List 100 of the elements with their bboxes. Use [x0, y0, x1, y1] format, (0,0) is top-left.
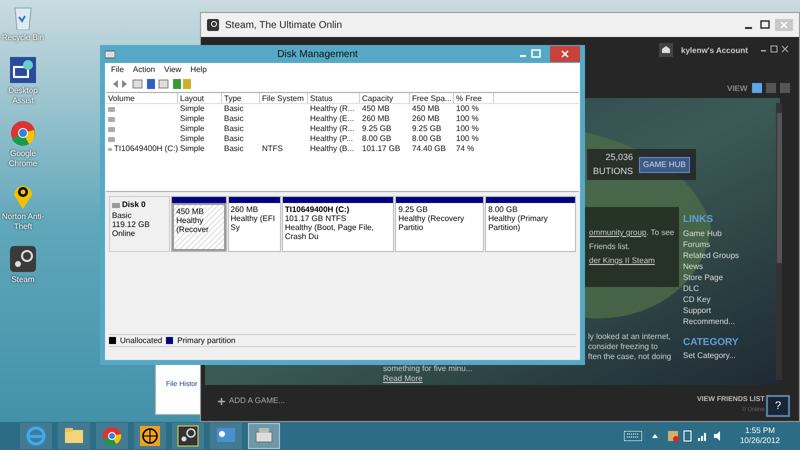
menu-item[interactable]: Action [132, 64, 156, 76]
partition-block[interactable]: TI10649400H (C:) 101.17 GB NTFS Healthy (Boot, Page File, Crash Du [282, 196, 394, 252]
menu-item[interactable]: View [164, 64, 182, 76]
partition-size: 8.00 GB [488, 205, 519, 214]
column-header[interactable]: Layout [178, 93, 222, 103]
table-cell: 101.17 GB [362, 144, 400, 154]
plus-icon [218, 398, 225, 404]
column-header[interactable]: Free Spa... [410, 93, 454, 103]
community-link[interactable]: der Kings II Steam [589, 255, 655, 267]
table-cell: 450 MB [362, 104, 390, 114]
close-icon [561, 50, 569, 58]
table-cell: Healthy (R... [310, 104, 354, 114]
table-cell: NTFS [262, 144, 283, 154]
scrollbar[interactable] [776, 103, 782, 380]
taskbar-button[interactable] [210, 423, 242, 449]
news-text: . To see [646, 227, 674, 239]
partition-status: Healthy (Recovery Partitio [398, 214, 466, 232]
help-button[interactable]: ? [766, 395, 790, 417]
column-header[interactable]: Type [222, 93, 260, 103]
table-cell: Healthy (R... [310, 124, 354, 134]
description-text: consider freezing to [588, 342, 659, 352]
partition-block[interactable]: 8.00 GB Healthy (Primary Partition) [485, 196, 576, 252]
sidebar-link[interactable]: Set Category... [683, 350, 740, 362]
disk-detail: Online [112, 229, 136, 238]
table-cell: Healthy (P... [310, 134, 353, 144]
sidebar-link[interactable]: CD Key [683, 294, 740, 305]
column-header[interactable]: Status [308, 93, 360, 103]
partition-size: 450 MB [176, 207, 205, 216]
sidebar-link[interactable]: Related Groups [683, 250, 740, 261]
sidebar-link[interactable]: DLC [683, 283, 740, 294]
steam-icon [176, 424, 200, 448]
window-title: Disk Management [276, 48, 359, 62]
description-text: ly looked at an internet, [588, 332, 672, 342]
sidebar-link[interactable]: News [683, 261, 740, 272]
table-cell: 260 MB [412, 114, 440, 124]
table-cell: Basic [224, 134, 244, 144]
caret-icon [652, 434, 658, 438]
account-menu[interactable]: kylenw's Account [681, 45, 748, 57]
legend-label: Unallocated [120, 334, 162, 346]
table-cell: 74.40 GB [412, 144, 446, 154]
keyboard-icon [624, 431, 642, 441]
table-cell: Basic [224, 144, 244, 154]
table-cell: 8.00 GB [362, 134, 392, 144]
table-cell: Basic [224, 114, 244, 124]
read-more-link[interactable]: Read More [383, 373, 423, 385]
table-cell: Simple [180, 144, 204, 154]
globe-icon [138, 424, 162, 448]
taskbar-button[interactable] [172, 423, 204, 449]
game-hub-button[interactable]: GAME HUB [639, 156, 690, 172]
close-button[interactable] [550, 46, 580, 62]
table-cell: TI10649400H (C:) [114, 144, 178, 154]
section-heading: LINKS [683, 213, 714, 227]
community-link[interactable]: ommunity group [589, 227, 646, 239]
disk-detail: 119.12 GB [112, 220, 151, 229]
table-cell: 260 MB [362, 114, 390, 124]
column-header[interactable]: Capacity [360, 93, 410, 103]
contribution-label: BUTIONS [593, 164, 634, 178]
sidebar-link[interactable]: Recommend... [683, 316, 740, 327]
steam-icon [207, 19, 219, 31]
table-cell: 8.00 GB [412, 134, 442, 144]
partition-block[interactable]: 260 MB Healthy (EFI Sy [228, 196, 281, 252]
partition-size: 9.25 GB [398, 205, 429, 214]
chrome-icon [10, 120, 36, 146]
table-cell: 9.25 GB [362, 124, 392, 134]
column-header[interactable]: File System [260, 93, 308, 103]
partition-status: Healthy (Primary Partition) [488, 214, 549, 232]
window-controls-icon [743, 19, 793, 31]
table-cell: 100 % [456, 134, 479, 144]
partition-status: Healthy (EFI Sy [230, 214, 276, 232]
clock-date[interactable]: 10/26/2012 [740, 436, 780, 446]
partition-size: 101.17 GB NTFS [284, 214, 348, 223]
sidebar-link[interactable]: Game Hub [683, 228, 740, 239]
add-game-button[interactable]: ADD A GAME... [218, 395, 286, 407]
taskbar-button[interactable] [134, 423, 166, 449]
disk-name: Disk 0 [122, 199, 146, 211]
table-cell: Simple [180, 134, 204, 144]
sidebar-link[interactable]: Forums [683, 239, 740, 250]
browser-icon [24, 424, 48, 448]
partition-status: Healthy (Boot, Page File, Crash Du [284, 223, 375, 241]
section-heading: CATEGORY [683, 336, 740, 350]
table-cell: 100 % [456, 104, 479, 114]
clock-time[interactable]: 1:55 PM [745, 426, 775, 436]
partition-block[interactable]: 450 MB Healthy (Recover [171, 196, 227, 252]
contribution-count: 25,036 [605, 151, 634, 164]
description-text: something for five minu... [383, 363, 472, 375]
news-text: Friends list. [589, 241, 630, 253]
menu-item[interactable]: File [111, 64, 124, 76]
sidebar-link[interactable]: Support [683, 305, 740, 316]
menu-item[interactable]: Help [190, 64, 207, 76]
table-cell: Healthy (E... [310, 114, 354, 124]
legend-label: Primary partition [177, 334, 236, 346]
partition-block[interactable]: 9.25 GB Healthy (Recovery Partitio [395, 196, 484, 252]
table-cell: Simple [180, 104, 204, 114]
sidebar-link[interactable]: Store Page [683, 272, 740, 283]
steam-icon [10, 246, 36, 272]
table-cell: Simple [180, 114, 204, 124]
column-header[interactable]: Volume [106, 93, 178, 103]
partition-name: TI10649400H (C:) [284, 205, 350, 214]
table-cell: Basic [224, 124, 244, 134]
column-header[interactable]: % Free [454, 93, 494, 103]
